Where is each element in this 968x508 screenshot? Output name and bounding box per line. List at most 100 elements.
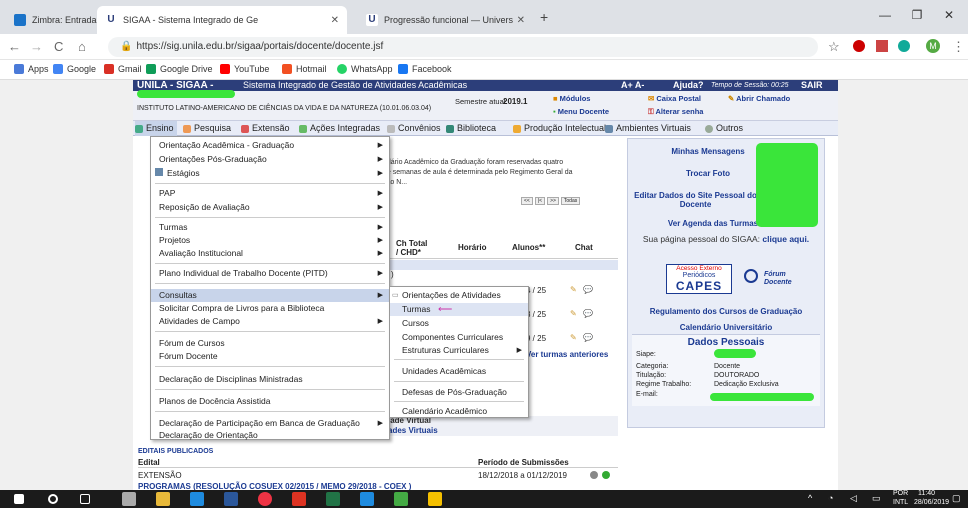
minimize-icon[interactable]: —: [873, 8, 897, 22]
clock-time[interactable]: 11:40: [918, 490, 935, 497]
menu-acoes-integradas[interactable]: Ações Integradas: [299, 121, 380, 136]
bookmark-gmail[interactable]: Gmail: [104, 64, 142, 74]
menu-ensino[interactable]: Ensino: [135, 121, 177, 136]
bookmark-hotmail[interactable]: Hotmail: [282, 64, 327, 74]
ambientes-link[interactable]: ades Virtuais: [388, 426, 438, 435]
forum-docente-link[interactable]: Fórum Docente: [744, 267, 814, 291]
view-icon[interactable]: [590, 471, 598, 479]
ver-turmas-anteriores-link[interactable]: Ver turmas anteriores: [526, 350, 608, 359]
editar-site-link[interactable]: Editar Dados do Site Pessoal do Docente: [628, 191, 763, 209]
submenu-item[interactable]: Calendário Acadêmico: [390, 405, 528, 418]
menu-item[interactable]: Declaração de Orientação: [151, 430, 389, 441]
opera-extension-icon[interactable]: [853, 40, 865, 52]
menu-item[interactable]: Turmas ▶: [151, 221, 389, 234]
forward-icon[interactable]: →: [30, 39, 43, 54]
menu-item[interactable]: Declaração de Disciplinas Ministradas: [151, 373, 389, 386]
chat-icon[interactable]: 💬: [583, 309, 593, 318]
windows-start-icon[interactable]: [14, 494, 24, 504]
notifications-icon[interactable]: ▢: [952, 493, 961, 504]
grammarly-extension-icon[interactable]: [898, 40, 910, 52]
menu-outros[interactable]: Outros: [705, 121, 743, 136]
chat-icon[interactable]: 💬: [583, 285, 593, 294]
submenu-item[interactable]: Cursos: [390, 317, 528, 330]
close-window-icon[interactable]: ✕: [937, 8, 961, 22]
menu-item[interactable]: Projetos ▶: [151, 234, 389, 247]
tab-progressao[interactable]: U Progressão funcional — Univers ✕: [358, 6, 533, 34]
sticky-notes-icon[interactable]: [428, 492, 442, 506]
menu-item[interactable]: Reposição de Avaliação ▶: [151, 201, 389, 214]
battery-icon[interactable]: ▭: [872, 493, 881, 504]
clock-date[interactable]: 28/06/2019: [914, 499, 949, 506]
close-icon[interactable]: ✕: [331, 15, 339, 26]
regulamento-link[interactable]: Regulamento dos Cursos de Graduação: [628, 307, 824, 316]
keyboard-layout[interactable]: INTL: [893, 499, 908, 506]
abrir-chamado-link[interactable]: ✎ Abrir Chamado: [728, 94, 790, 103]
menu-icon[interactable]: ⋮: [952, 39, 965, 55]
submenu-item[interactable]: ▭ Orientações de Atividades: [390, 289, 528, 302]
alterar-senha-link[interactable]: ⚿ Alterar senha: [648, 107, 703, 117]
reload-icon[interactable]: C: [54, 39, 63, 54]
menu-item[interactable]: Fórum Docente: [151, 350, 389, 363]
notes-icon[interactable]: ✎: [570, 333, 577, 342]
menu-item[interactable]: Orientação Acadêmica - Graduação ▶: [151, 139, 389, 152]
bookmark-drive[interactable]: Google Drive: [146, 64, 213, 74]
menu-extensao[interactable]: Extensão: [241, 121, 290, 136]
ver-agenda-link[interactable]: Ver Agenda das Turmas: [658, 219, 768, 228]
profile-avatar[interactable]: M: [926, 39, 940, 53]
home-icon[interactable]: ⌂: [78, 39, 86, 54]
url-input[interactable]: 🔒 https://sig.unila.edu.br/sigaa/portais/…: [108, 37, 818, 57]
modulos-link[interactable]: ■ Módulos: [553, 94, 590, 103]
project-icon[interactable]: [394, 492, 408, 506]
submit-icon[interactable]: [602, 471, 610, 479]
exit-link[interactable]: SAIR: [801, 80, 823, 91]
notes-icon[interactable]: ✎: [570, 309, 577, 318]
menu-biblioteca[interactable]: Biblioteca: [446, 121, 496, 136]
submenu-item[interactable]: Componentes Curriculares: [390, 331, 528, 344]
menu-item[interactable]: Solicitar Compra de Livros para a Biblio…: [151, 302, 389, 315]
chrome-icon[interactable]: [258, 492, 272, 506]
network-icon[interactable]: ◔: [828, 493, 833, 503]
submenu-item[interactable]: Defesas de Pós-Graduação: [390, 386, 528, 399]
calendario-link[interactable]: Calendário Universitário: [628, 323, 824, 332]
pager-prev[interactable]: |<: [534, 197, 546, 205]
clique-aqui-link[interactable]: clique aqui.: [762, 234, 809, 244]
menu-item[interactable]: Fórum de Cursos: [151, 337, 389, 350]
menu-pesquisa[interactable]: Pesquisa: [183, 121, 231, 136]
menu-item[interactable]: Planos de Docência Assistida: [151, 395, 389, 408]
menu-docente-link[interactable]: ▪ Menu Docente: [553, 107, 609, 116]
submenu-item-turmas[interactable]: Turmas ⟵: [390, 303, 528, 316]
trocar-foto-link[interactable]: Trocar Foto: [658, 169, 758, 178]
menu-item[interactable]: Plano Individual de Trabalho Docente (PI…: [151, 267, 389, 280]
camera-app-icon[interactable]: [122, 492, 136, 506]
task-view-icon[interactable]: [80, 494, 90, 504]
tray-chevron-icon[interactable]: ^: [808, 493, 812, 503]
capes-link[interactable]: Acesso Externo Periódicos CAPES: [666, 264, 732, 294]
menu-item-consultas[interactable]: Consultas ▶: [151, 289, 389, 302]
pager-all[interactable]: Todas: [560, 197, 581, 205]
word-icon[interactable]: [224, 492, 238, 506]
font-size-controls[interactable]: A+ A-: [621, 80, 644, 91]
pager-next[interactable]: >>: [547, 197, 559, 205]
caixa-postal-link[interactable]: ✉ Caixa Postal: [648, 94, 701, 103]
menu-ambientes-virtuais[interactable]: Ambientes Virtuais: [605, 121, 691, 136]
bookmark-google[interactable]: Google: [53, 64, 96, 74]
maximize-icon[interactable]: ❐: [905, 8, 929, 22]
bookmark-apps[interactable]: Apps: [14, 64, 49, 74]
star-icon[interactable]: ☆: [828, 39, 840, 55]
bookmark-whatsapp[interactable]: WhatsApp: [337, 64, 393, 74]
menu-item[interactable]: Declaração de Participação em Banca de G…: [151, 417, 389, 430]
document-icon[interactable]: [360, 492, 374, 506]
search-icon[interactable]: [48, 494, 58, 504]
menu-item[interactable]: Orientações Pós-Graduação ▶: [151, 153, 389, 166]
menu-item[interactable]: Atividades de Campo ▶: [151, 315, 389, 328]
language-code[interactable]: POR: [893, 490, 908, 497]
menu-item[interactable]: Avaliação Institucional ▶: [151, 247, 389, 260]
pager-first[interactable]: <<: [521, 197, 533, 205]
submenu-item[interactable]: Unidades Acadêmicas: [390, 365, 528, 378]
edge-icon[interactable]: [190, 492, 204, 506]
tab-sigaa[interactable]: U SIGAA - Sistema Integrado de Ge ✕: [97, 6, 347, 34]
file-explorer-icon[interactable]: [156, 492, 170, 506]
menu-item[interactable]: PAP ▶: [151, 187, 389, 200]
pdf-extension-icon[interactable]: [876, 40, 888, 52]
minhas-mensagens-link[interactable]: Minhas Mensagens: [658, 147, 758, 156]
